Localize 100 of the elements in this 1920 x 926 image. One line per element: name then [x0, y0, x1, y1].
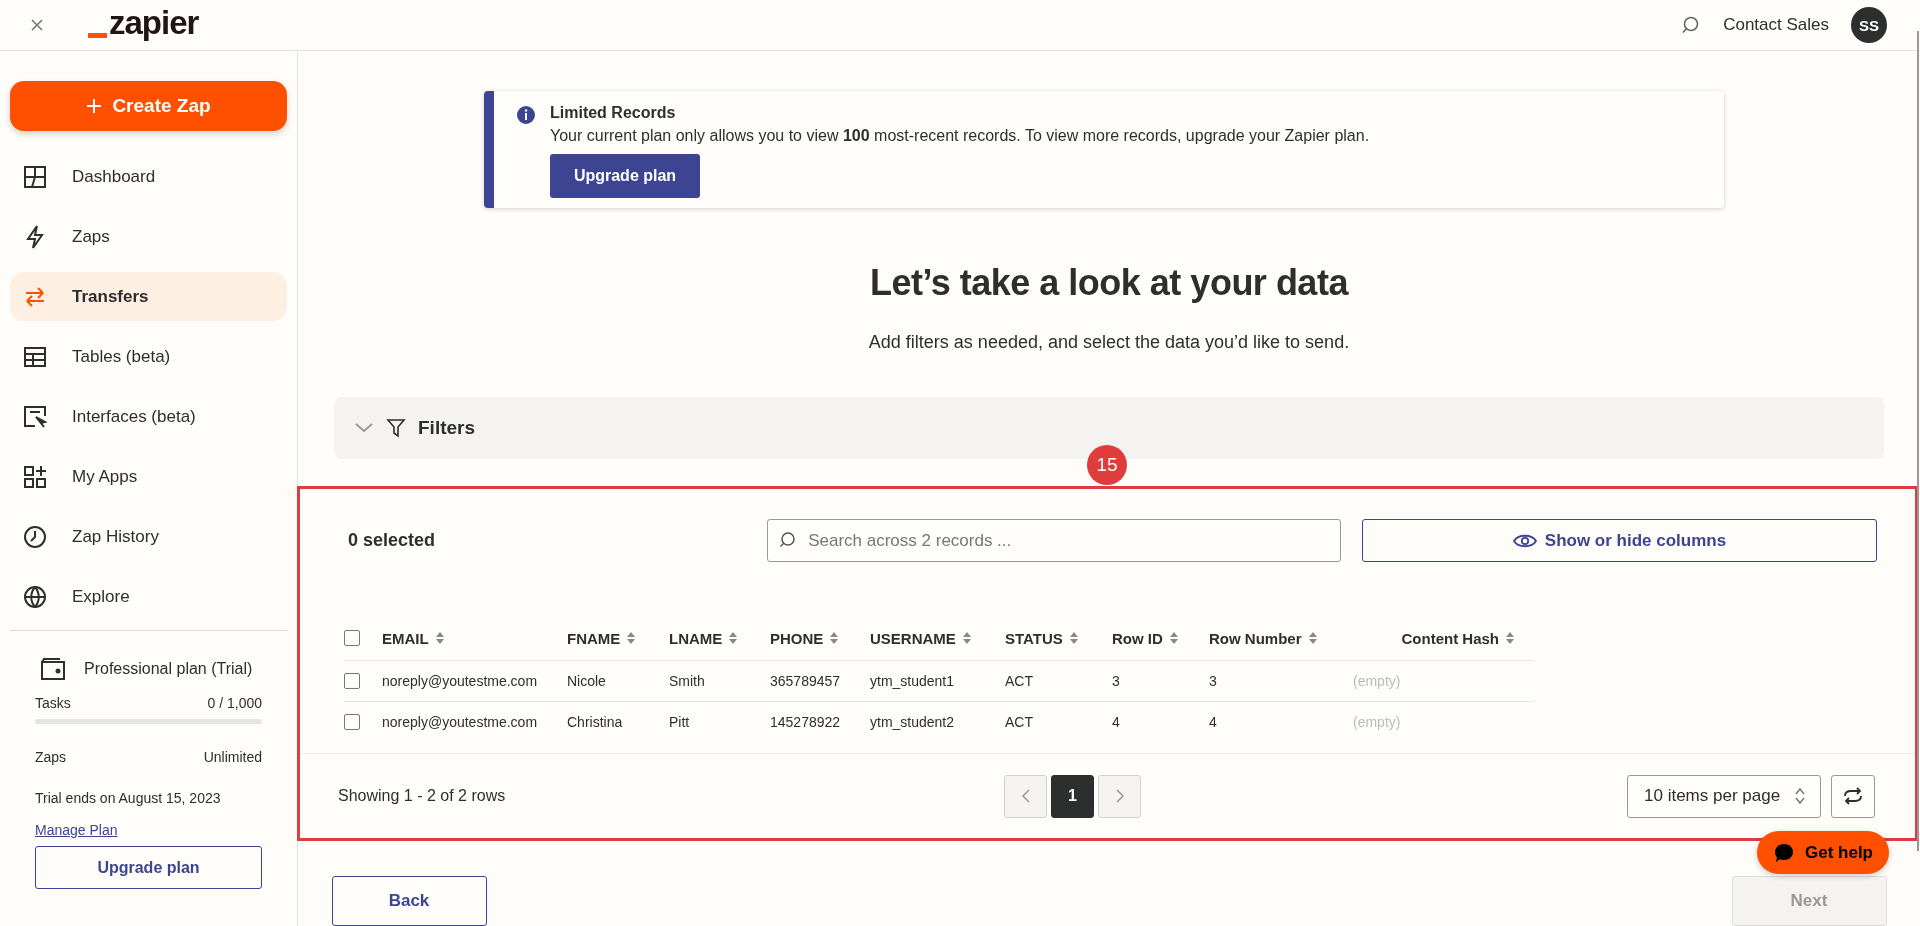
- upgrade-plan-button[interactable]: Upgrade plan: [550, 154, 700, 198]
- page-subtitle: Add filters as needed, and select the data you’d like to send.: [868, 332, 1350, 353]
- dashboard-icon: [22, 163, 48, 190]
- chat-bubble-icon: [1773, 841, 1795, 864]
- nav-label: Explore: [72, 586, 130, 607]
- manage-plan-link[interactable]: Manage Plan: [35, 822, 118, 838]
- rows-count-text: Showing 1 - 2 of 2 rows: [338, 787, 507, 805]
- column-header[interactable]: FNAME: [567, 629, 669, 647]
- sort-icon[interactable]: [728, 631, 739, 646]
- table-cell: 4: [1112, 714, 1120, 731]
- filter-icon: [386, 418, 406, 439]
- zapier-logo[interactable]: zapier: [88, 4, 199, 46]
- sort-icon[interactable]: [961, 631, 972, 646]
- refresh-icon: [1842, 785, 1864, 807]
- table-cell: noreply@youtestme.com: [382, 714, 538, 731]
- page-button[interactable]: 1: [1051, 774, 1094, 818]
- column-header[interactable]: USERNAME: [870, 629, 1005, 647]
- chevron-right-icon: [1114, 789, 1125, 803]
- table-cell: 3: [1112, 673, 1120, 690]
- nav-item[interactable]: Zaps: [10, 212, 287, 261]
- nav-item[interactable]: Transfers: [10, 272, 287, 321]
- row-checkbox[interactable]: [344, 714, 360, 731]
- clock-icon: [22, 523, 48, 550]
- column-header[interactable]: PHONE: [770, 629, 870, 647]
- nav-item[interactable]: Tables (beta): [10, 332, 287, 381]
- page-heading: Let’s take a look at your data: [870, 262, 1348, 304]
- zaps-value: Unlimited: [203, 749, 262, 765]
- cursor-window-icon: [22, 403, 48, 430]
- up-down-icon: [1794, 787, 1806, 805]
- trial-end-text: Trial ends on August 15, 2023: [35, 790, 222, 806]
- wallet-icon: [40, 657, 66, 681]
- column-header[interactable]: Row Number: [1209, 629, 1353, 647]
- column-header[interactable]: Content Hash: [1353, 629, 1531, 647]
- table-cell: Christina: [567, 714, 623, 731]
- column-header[interactable]: LNAME: [669, 629, 770, 647]
- sort-icon[interactable]: [1068, 631, 1079, 646]
- tasks-value: 0 / 1,000: [207, 695, 262, 711]
- sort-icon[interactable]: [1307, 631, 1318, 646]
- nav-item[interactable]: Zap History: [10, 512, 287, 561]
- table-cell: (empty): [1353, 714, 1401, 731]
- chevron-icon: [354, 422, 374, 435]
- refresh-button[interactable]: [1831, 774, 1875, 818]
- back-button[interactable]: Back: [331, 876, 487, 926]
- nav-label: Interfaces (beta): [72, 406, 196, 427]
- selected-count: 0 selected: [348, 530, 437, 552]
- table-cell: 4: [1209, 714, 1217, 731]
- close-icon[interactable]: [30, 18, 44, 32]
- upgrade-plan-button[interactable]: Upgrade plan: [35, 846, 262, 889]
- table-cell: ytm_student2: [870, 714, 955, 731]
- nav-label: Zap History: [72, 526, 159, 547]
- table-cell: (empty): [1353, 673, 1401, 690]
- table-cell: ACT: [1005, 714, 1033, 731]
- apps-icon: [22, 463, 48, 490]
- search-field[interactable]: Search across 2 records ...: [767, 519, 1341, 563]
- column-header[interactable]: Row ID: [1112, 629, 1209, 647]
- table-cell: 365789457: [770, 673, 841, 690]
- select-all-checkbox[interactable]: [344, 630, 360, 647]
- sort-icon[interactable]: [626, 631, 637, 646]
- nav-item[interactable]: Explore: [10, 572, 287, 621]
- table-cell: 145278922: [770, 714, 841, 731]
- sort-icon[interactable]: [434, 631, 445, 646]
- table-cell: ACT: [1005, 673, 1033, 690]
- nav-item[interactable]: Interfaces (beta): [10, 392, 287, 441]
- scrollbar[interactable]: [1917, 31, 1919, 851]
- plan-name: Professional plan (Trial): [84, 660, 253, 678]
- contact-sales-link[interactable]: Contact Sales: [1723, 15, 1829, 35]
- banner-text: Your current plan only allows you to view 100 most-recent records. To view more records, upgrade your Zapier plan.: [550, 127, 1370, 145]
- table-cell: noreply@youtestme.com: [382, 673, 538, 690]
- show-hide-columns-button[interactable]: Show or hide columns: [1362, 519, 1877, 563]
- info-icon: [516, 105, 536, 125]
- tasks-label: Tasks: [35, 695, 71, 711]
- row-checkbox[interactable]: [344, 673, 360, 690]
- get-help-button[interactable]: Get help: [1757, 831, 1889, 874]
- sort-icon[interactable]: [1168, 631, 1179, 646]
- nav-label: Dashboard: [72, 166, 156, 187]
- zaps-label: Zaps: [35, 749, 67, 765]
- nav-label: Tables (beta): [72, 346, 171, 367]
- user-avatar[interactable]: SS: [1851, 7, 1887, 43]
- table-cell: Pitt: [669, 714, 690, 731]
- nav-label: Transfers: [72, 286, 149, 307]
- plus-icon: [86, 98, 103, 114]
- filters-label: Filters: [418, 417, 476, 440]
- table-cell: ytm_student1: [870, 673, 955, 690]
- banner-title: Limited Records: [550, 104, 677, 122]
- table-cell: Smith: [669, 673, 705, 690]
- sort-icon[interactable]: [829, 631, 840, 646]
- table-cell: 3: [1209, 673, 1217, 690]
- nav-label: My Apps: [72, 466, 138, 487]
- globe-icon: [22, 583, 48, 610]
- table-cell: Nicole: [567, 673, 606, 690]
- column-header[interactable]: EMAIL: [382, 629, 567, 647]
- step-badge: 15: [1087, 445, 1127, 486]
- column-header[interactable]: STATUS: [1005, 629, 1112, 647]
- chevron-left-icon: [1020, 789, 1031, 803]
- items-per-page-select[interactable]: 10 items per page: [1627, 774, 1821, 818]
- nav-label: Zaps: [72, 226, 110, 247]
- nav-item[interactable]: My Apps: [10, 452, 287, 501]
- sort-icon[interactable]: [1505, 631, 1515, 646]
- nav-item[interactable]: Dashboard: [10, 152, 287, 201]
- eye-icon: [1512, 532, 1537, 549]
